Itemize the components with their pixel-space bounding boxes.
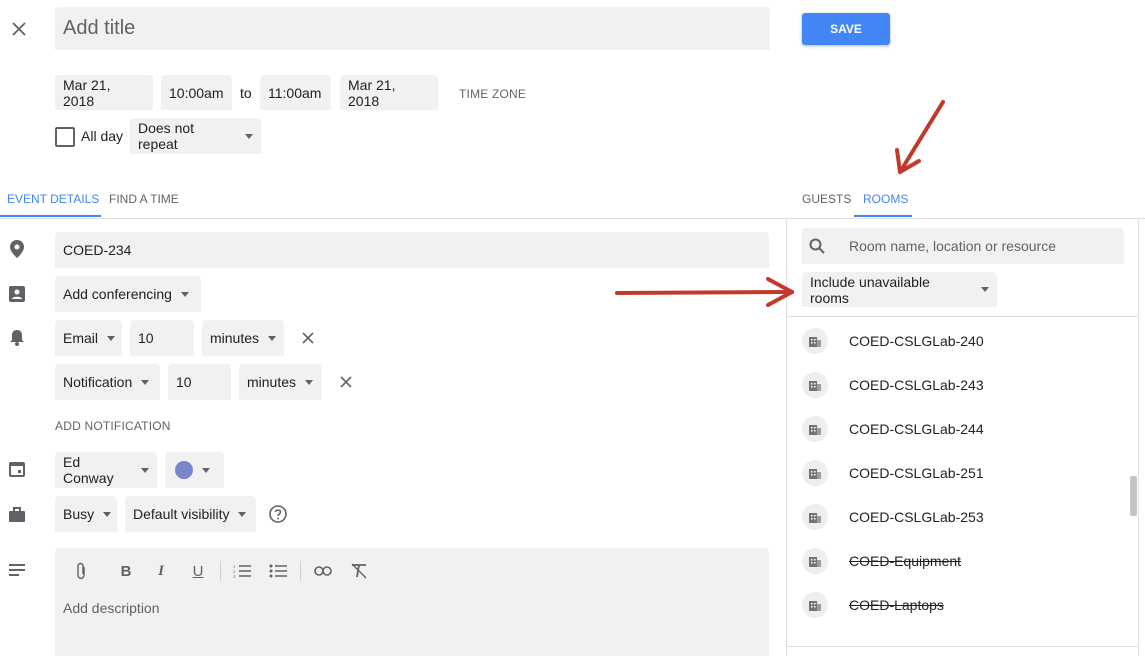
annotation-arrow-filter <box>615 277 794 307</box>
annotation-arrows <box>615 100 945 307</box>
annotation-arrow-rooms <box>895 100 945 174</box>
